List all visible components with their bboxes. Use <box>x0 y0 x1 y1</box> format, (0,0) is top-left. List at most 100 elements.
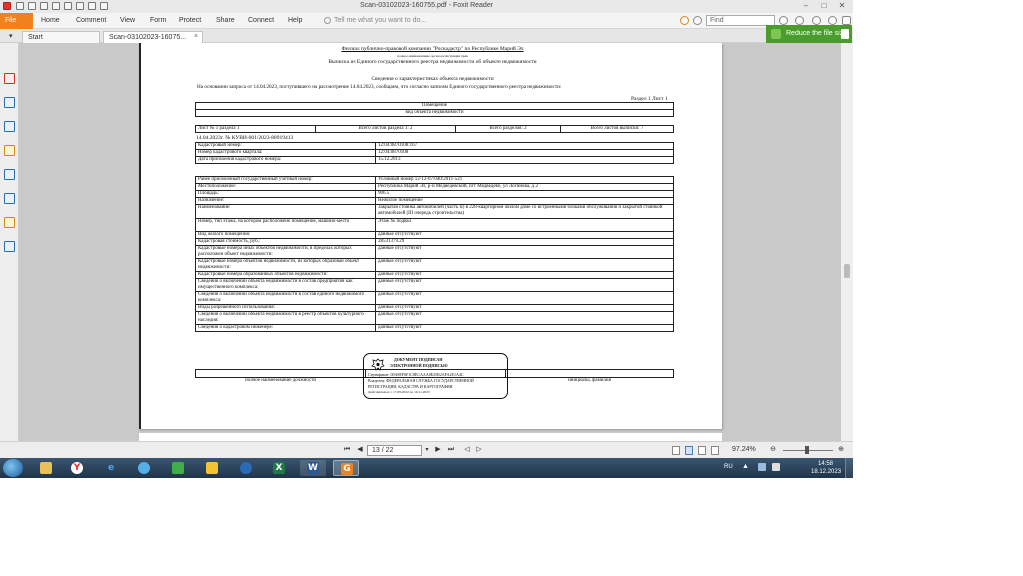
taskbar-foxit-reader[interactable]: G <box>333 460 359 476</box>
tab-form[interactable]: Form <box>150 17 166 24</box>
previous-view-icon[interactable]: ◁ <box>462 445 472 455</box>
stamp-line-3: Сертификат: 00A8EF6F1C8ECAAA0E25B2AFA2E1… <box>368 372 464 377</box>
zoom-slider-thumb[interactable] <box>805 446 809 454</box>
volume-icon[interactable] <box>772 463 780 471</box>
minimize-ribbon-icon[interactable] <box>693 16 702 25</box>
system-tray: RU ▲ 14:58 18.12.2023 <box>720 458 853 478</box>
tab-protect[interactable]: Protect <box>179 17 201 24</box>
minimize-button[interactable]: – <box>800 1 812 11</box>
zoom-in-icon[interactable]: ⊕ <box>836 445 846 455</box>
find-input[interactable]: Find <box>706 15 775 26</box>
word-icon: W <box>307 462 319 474</box>
total-sections: Всего разделов: 2 <box>455 125 561 133</box>
row-label: Кадастровая стоимость, руб.: <box>195 238 376 246</box>
single-page-view-icon[interactable] <box>672 446 680 455</box>
row-label: Ранее присвоенный государственный учетны… <box>195 176 376 184</box>
taskbar-app-yellow[interactable] <box>199 460 225 476</box>
page-dropdown-icon[interactable]: ▾ <box>422 445 432 455</box>
stamp-line-5: РЕГИСТРАЦИИ, КАДАСТРА И КАРТОГРАФИИ <box>368 384 453 389</box>
tab-share[interactable]: Share <box>216 17 235 24</box>
reduce-file-size-button[interactable]: Reduce the file size <box>766 25 852 43</box>
language-indicator[interactable]: RU <box>724 464 733 470</box>
pdf-page: Филиал публично-правовой компании "Роска… <box>139 43 722 429</box>
row-value: 15.12.2013 <box>375 156 674 164</box>
comments-panel-icon[interactable] <box>4 145 15 156</box>
row-label: Кадастровые номера иных объектов недвижи… <box>195 245 376 259</box>
tab-current-document[interactable]: Scan-03102023-16075... × <box>103 31 203 43</box>
folder-icon <box>40 462 52 474</box>
taskbar-excel[interactable]: X <box>266 460 292 476</box>
tell-me-search[interactable]: Tell me what you want to do... <box>324 16 434 26</box>
attachments-panel-icon[interactable] <box>4 169 15 180</box>
tab-list-chevron-icon[interactable]: ▾ <box>9 32 13 40</box>
table-row: Наименование: Закрытая стоянка автомобиле… <box>195 204 674 219</box>
next-view-icon[interactable]: ▷ <box>474 445 484 455</box>
bookmark-panel-icon[interactable] <box>4 73 15 84</box>
table-row: Кадастровые номера объектов недвижимости… <box>195 258 674 272</box>
dismiss-icon[interactable] <box>841 29 849 39</box>
security-panel-icon[interactable] <box>4 217 15 228</box>
tab-connect[interactable]: Connect <box>248 17 274 24</box>
object-type-caption: вид объекта недвижимости <box>195 109 674 117</box>
previous-page-icon[interactable]: ◀ <box>355 445 365 455</box>
layers-panel-icon[interactable] <box>4 121 15 132</box>
row-label: Назначение: <box>195 197 376 205</box>
tab-start[interactable]: Start <box>22 31 100 43</box>
continuous-facing-view-icon[interactable] <box>711 446 719 455</box>
next-page-icon[interactable]: ▶ <box>433 445 443 455</box>
taskbar-messenger[interactable] <box>131 460 157 476</box>
next-pdf-page <box>139 433 722 441</box>
row-value: Нежилое помещение <box>375 197 674 205</box>
table-row: Сведения о включении объекта недвижимост… <box>195 278 674 292</box>
zoom-out-icon[interactable]: ⊖ <box>768 445 778 455</box>
ribbon-collapse-icon[interactable] <box>842 16 851 25</box>
page-number-input[interactable]: 13 / 22 <box>367 445 422 456</box>
network-icon[interactable] <box>758 463 766 471</box>
taskbar-yandex-browser[interactable]: Y <box>64 460 90 476</box>
continuous-view-icon[interactable] <box>685 446 693 455</box>
table-row: Сведения о включении объекта недвижимост… <box>195 291 674 305</box>
pages-panel-icon[interactable] <box>4 97 15 108</box>
close-tab-icon[interactable]: × <box>194 33 198 40</box>
settings-gear-icon[interactable] <box>812 16 821 25</box>
taskbar-gosuslugi[interactable] <box>233 460 259 476</box>
facing-view-icon[interactable] <box>698 446 706 455</box>
taskbar-internet-explorer[interactable]: e <box>98 460 124 476</box>
row-value: 906.5 <box>375 190 674 198</box>
title-bar: Scan-03102023-160755.pdf - Foxit Reader … <box>0 0 853 13</box>
tab-home[interactable]: Home <box>41 17 60 24</box>
scrollbar-thumb[interactable] <box>844 264 850 278</box>
content-panel-icon[interactable] <box>4 241 15 252</box>
row-label: Вид жилого помещения: <box>195 231 376 239</box>
taskbar-app-green[interactable] <box>165 460 191 476</box>
help-question-icon[interactable] <box>828 16 837 25</box>
start-button[interactable] <box>3 459 23 477</box>
first-page-icon[interactable]: ⏮ <box>342 445 352 455</box>
row-value: данные отсутствуют <box>375 231 674 239</box>
last-page-icon[interactable]: ⏭ <box>446 445 456 455</box>
show-desktop-button[interactable] <box>845 458 853 478</box>
sun-icon[interactable] <box>680 16 689 25</box>
document-viewport[interactable]: Филиал публично-правовой компании "Роска… <box>19 43 841 441</box>
tab-comment[interactable]: Comment <box>76 17 106 24</box>
tab-start-label: Start <box>28 34 43 41</box>
tab-help[interactable]: Help <box>288 17 302 24</box>
search-options-icon[interactable] <box>795 16 804 25</box>
vertical-scrollbar[interactable] <box>841 43 853 441</box>
messenger-icon <box>138 462 150 474</box>
find-search-icon[interactable] <box>779 16 788 25</box>
tray-chevron-icon[interactable]: ▲ <box>742 463 749 470</box>
tab-view[interactable]: View <box>120 17 135 24</box>
tab-file[interactable]: File <box>0 13 33 29</box>
taskbar-word[interactable]: W <box>300 460 326 476</box>
taskbar-explorer[interactable] <box>33 460 59 476</box>
tell-me-placeholder: Tell me what you want to do... <box>334 17 427 24</box>
clock-time[interactable]: 14:58 <box>818 461 833 467</box>
row-value: Закрытая стоянка автомобилей (часть II) … <box>375 204 674 219</box>
close-window-button[interactable]: ✕ <box>836 1 848 11</box>
object-type-value: Помещение <box>195 102 674 110</box>
table-row: Кадастровая стоимость, руб.: 28531379.29 <box>195 238 674 246</box>
clock-date[interactable]: 18.12.2023 <box>811 469 841 475</box>
maximize-button[interactable]: □ <box>818 1 830 11</box>
signatures-panel-icon[interactable] <box>4 193 15 204</box>
